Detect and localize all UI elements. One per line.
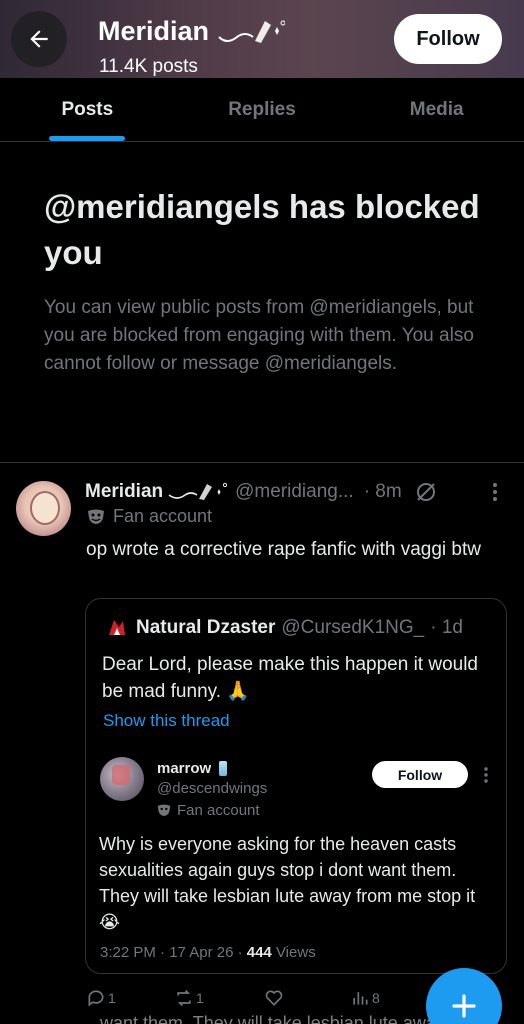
avatar (109, 620, 125, 635)
more-options-icon[interactable] (480, 765, 492, 785)
post-header: Meridian @meridiang... · 8m (85, 478, 510, 506)
profile-title: Meridian (98, 16, 286, 47)
more-options-icon[interactable] (489, 481, 501, 503)
account-label: Fan account (87, 506, 212, 527)
divider (0, 462, 524, 463)
inner-views-count: 444 (246, 944, 272, 961)
reply-button[interactable]: 1 (86, 988, 116, 1008)
tab-replies[interactable]: Replies (175, 78, 350, 141)
profile-header: Meridian 11.4K posts Follow (0, 0, 524, 78)
views-button[interactable]: 8 (350, 988, 380, 1008)
post-actions: 1 1 8 (86, 988, 416, 1014)
wing-decoration-icon (168, 482, 228, 500)
theater-mask-icon (88, 509, 104, 524)
next-post-preview: want them. They will take lesbian lute a… (100, 1013, 445, 1024)
inner-post-date: 3:22 PM · 17 Apr 26 · (100, 944, 243, 961)
avatar[interactable] (16, 481, 71, 536)
profile-tabs: Posts Replies Media (0, 78, 524, 142)
quoted-post[interactable]: Natural Dzaster @CursedK1NG_ · 1d Dear L… (85, 598, 507, 974)
reply-icon (88, 990, 104, 1007)
heart-icon (265, 990, 283, 1006)
compose-button[interactable] (426, 968, 502, 1024)
plus-icon (452, 994, 476, 1018)
inner-author-name-text: marrow (157, 760, 212, 777)
quote-text: Dear Lord, please make this happen it wo… (102, 654, 479, 702)
inner-views-label: Views (275, 944, 316, 961)
blocked-title: @meridiangels has blocked you (44, 188, 480, 271)
post-time[interactable]: · 8m (364, 481, 402, 503)
post-count: 11.4K posts (99, 56, 198, 77)
quote-author-name: Natural Dzaster (136, 617, 276, 638)
tab-label: Replies (228, 98, 296, 120)
inner-account-label-text: Fan account (177, 802, 260, 819)
tab-label: Media (409, 98, 464, 120)
tab-posts[interactable]: Posts (0, 78, 175, 141)
post-text: op wrote a corrective rape fanfic with v… (86, 539, 481, 560)
follow-button[interactable]: Follow (372, 761, 468, 788)
views-count: 8 (372, 990, 380, 1006)
reply-count: 1 (108, 990, 116, 1006)
repost-button[interactable]: 1 (174, 988, 204, 1008)
inner-author-handle[interactable]: @descendwings (157, 780, 267, 797)
repost-icon (177, 989, 191, 1007)
blocked-notice: @meridiangels has blocked you You can vi… (44, 184, 494, 378)
post-author-name[interactable]: Meridian (85, 481, 163, 503)
phone-emoji-icon (219, 761, 228, 776)
arrow-left-icon (30, 30, 48, 48)
tab-media[interactable]: Media (349, 78, 524, 141)
tab-label: Posts (61, 98, 114, 120)
avatar[interactable] (100, 757, 144, 801)
views-chart-icon (353, 992, 368, 1005)
profile-name: Meridian (98, 16, 210, 46)
repost-count: 1 (196, 990, 204, 1006)
post-author-handle[interactable]: @meridiang... (235, 481, 354, 503)
back-button[interactable] (11, 11, 67, 67)
quote-author-handle: @CursedK1NG_ (281, 617, 425, 638)
quote-header: Natural Dzaster @CursedK1NG_ · 1d (106, 617, 463, 639)
show-thread-link[interactable]: Show this thread (103, 711, 230, 731)
like-button[interactable] (264, 988, 286, 1008)
follow-button[interactable]: Follow (394, 14, 502, 64)
theater-mask-icon (157, 804, 171, 816)
quote-time: · 1d (430, 617, 463, 638)
wing-decoration-icon (218, 20, 286, 43)
inner-post-meta: 3:22 PM · 17 Apr 26 · 444 Views (100, 944, 316, 961)
grok-icon[interactable] (414, 480, 438, 504)
inner-author-name[interactable]: marrow (157, 760, 228, 777)
inner-account-label: Fan account (157, 802, 260, 819)
active-tab-indicator (49, 136, 126, 141)
inner-post-text: Why is everyone asking for the heaven ca… (99, 834, 476, 932)
account-label-text: Fan account (113, 506, 213, 526)
blocked-message: You can view public posts from @meridian… (44, 297, 474, 374)
